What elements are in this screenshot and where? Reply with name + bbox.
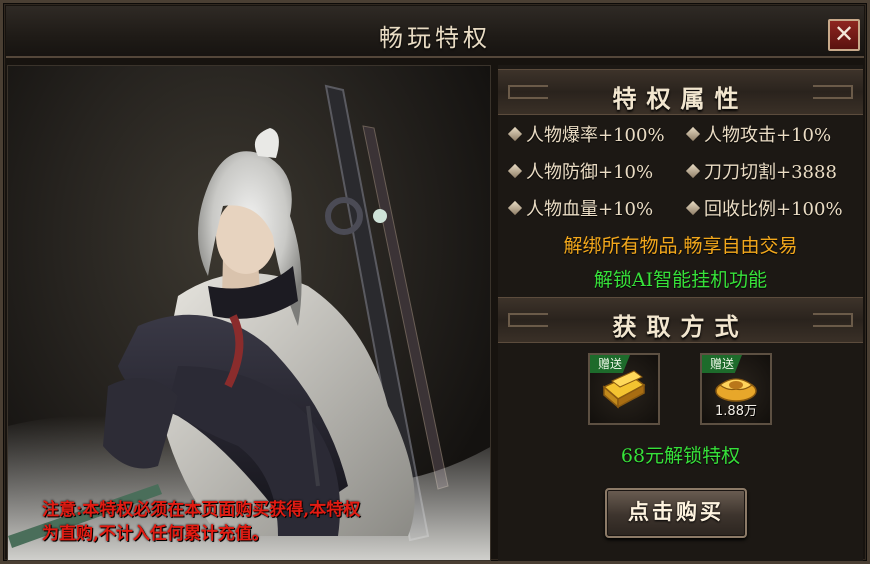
acquire-method-header: 获取方式 <box>498 297 863 343</box>
diamond-bullet-icon <box>685 200 701 216</box>
reward-item-gold-ingot[interactable]: 赠送 1.88万 <box>700 353 772 425</box>
diamond-bullet-icon <box>507 163 523 179</box>
notice-line-2: 为直购,不计入任何累计充值。 <box>42 524 269 544</box>
header-ornament-right <box>813 313 853 327</box>
privilege-attributes-header: 特权属性 <box>498 69 863 115</box>
unlock-price-text: 68元解锁特权 <box>620 445 741 467</box>
attribute-item: 人物防御+10% <box>507 158 653 188</box>
notice-line-1: 注意:本特权必须在本页面购买获得,本特权 <box>42 500 361 520</box>
attribute-item: 人物爆率+100% <box>507 121 665 151</box>
reward-item-gold-bars[interactable]: 赠送 <box>588 353 660 425</box>
diamond-bullet-icon <box>507 200 523 216</box>
buy-button[interactable]: 点击购买 <box>605 488 747 538</box>
swordsman-character-art <box>8 84 490 560</box>
hero-artwork-panel: 注意:本特权必须在本页面购买获得,本特权 为直购,不计入任何累计充值。 <box>7 65 491 561</box>
attribute-item: 回收比例+100% <box>685 195 843 225</box>
privilege-info-panel: 特权属性 人物爆率+100% 人物攻击+10% 人物防御+10% 刀刀切割+38… <box>498 65 863 561</box>
window-title: 畅玩特权 <box>379 24 491 52</box>
unbind-items-text: 解绑所有物品,畅享自由交易 <box>563 235 798 257</box>
attribute-item: 人物攻击+10% <box>685 121 831 151</box>
privilege-attributes-title: 特权属性 <box>612 84 749 113</box>
diamond-bullet-icon <box>685 163 701 179</box>
item-quantity: 1.88万 <box>715 404 757 419</box>
attribute-item: 人物血量+10% <box>507 195 653 225</box>
attribute-item: 刀刀切割+3888 <box>685 158 837 188</box>
diamond-bullet-icon <box>685 126 701 142</box>
ai-autoplay-text: 解锁AI智能挂机功能 <box>593 269 768 291</box>
close-icon: ✕ <box>833 20 855 48</box>
title-bar: 畅玩特权 ✕ <box>6 6 864 58</box>
diamond-bullet-icon <box>507 126 523 142</box>
privilege-window: 畅玩特权 ✕ 注意:本特权必须在本页面购买获得,本特权 为直购,不计入任何累计充… <box>0 0 870 564</box>
header-ornament-right <box>813 85 853 99</box>
close-button[interactable]: ✕ <box>828 19 860 51</box>
acquire-method-title: 获取方式 <box>612 312 749 341</box>
purchase-notice: 注意:本特权必须在本页面购买获得,本特权 为直购,不计入任何累计充值。 <box>42 498 482 546</box>
